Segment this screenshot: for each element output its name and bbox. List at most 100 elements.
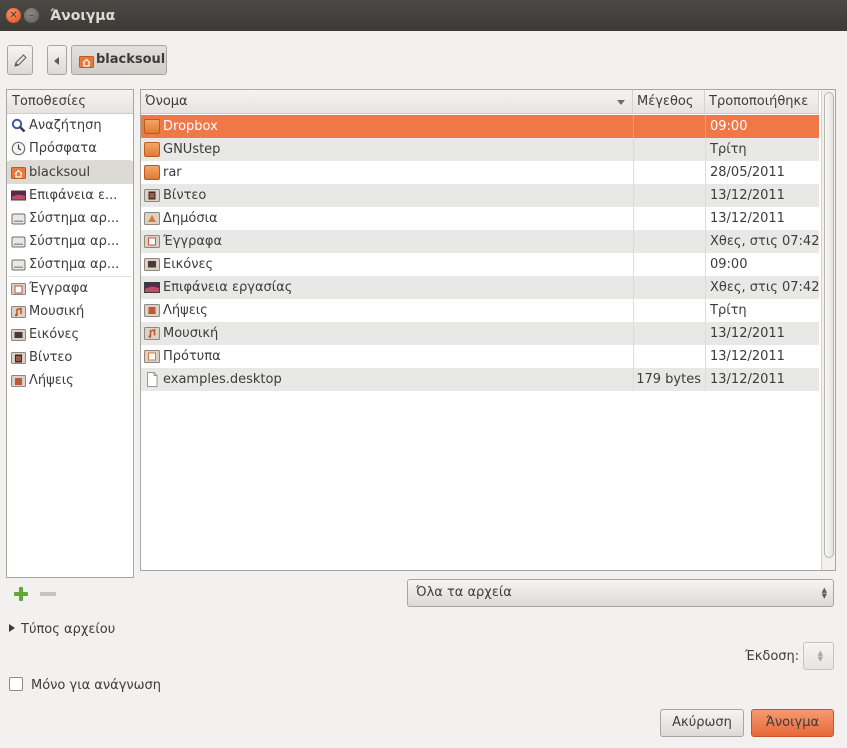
file-row-examples-desktop[interactable]: examples.desktop 179 bytes 13/12/2011 — [141, 368, 819, 391]
file-size — [633, 115, 705, 138]
place-documents[interactable]: Έγγραφα — [7, 277, 133, 300]
version-label: Έκδοση: — [745, 649, 800, 664]
file-size — [633, 207, 705, 230]
sort-descending-icon — [617, 100, 625, 105]
file-list-scrollbar[interactable] — [821, 90, 835, 570]
file-row-pictures[interactable]: Εικόνες 09:00 — [141, 253, 819, 276]
places-sidebar: Τοποθεσίες Αναζήτηση Πρόσφατα blacksoul … — [6, 89, 134, 578]
open-button[interactable]: Άνοιγμα — [751, 709, 834, 737]
place-filesystem-2[interactable]: Σύστημα αρ... — [7, 230, 133, 253]
file-size — [633, 161, 705, 184]
folder-icon — [144, 119, 160, 134]
home-folder-icon — [11, 167, 26, 179]
file-name: Dropbox — [163, 119, 218, 134]
column-header-name[interactable]: Όνομα — [141, 90, 633, 114]
place-downloads[interactable]: Λήψεις — [7, 369, 133, 392]
version-combo[interactable]: ▲ ▼ — [803, 642, 834, 670]
path-button-label: blacksoul — [96, 52, 166, 67]
path-button-home[interactable]: blacksoul — [71, 45, 167, 75]
desktop-icon — [11, 190, 26, 201]
folder-icon — [144, 142, 160, 157]
place-label: Εικόνες — [29, 327, 80, 342]
place-label: Αναζήτηση — [29, 118, 102, 133]
scrollbar-thumb[interactable] — [824, 92, 834, 558]
title-bar: ✕ – Άνοιγμα — [0, 0, 847, 31]
file-row-desktop[interactable]: Επιφάνεια εργασίας Χθες, στις 07:42 — [141, 276, 819, 299]
file-modified: 09:00 — [705, 115, 819, 138]
type-location-button[interactable] — [7, 45, 33, 75]
downloads-folder-icon — [144, 304, 160, 317]
file-modified: Τρίτη — [705, 299, 819, 322]
places-header[interactable]: Τοποθεσίες — [7, 90, 133, 114]
column-header-modified[interactable]: Τροποποιήθηκε — [705, 90, 819, 114]
file-filter-combo[interactable]: Όλα τα αρχεία ▲ ▼ — [407, 579, 834, 607]
pencil-icon — [14, 54, 27, 67]
file-modified: Χθες, στις 07:42 — [705, 230, 819, 253]
file-name: Εικόνες — [163, 257, 214, 272]
file-type-expander[interactable]: Τύπος αρχείου — [9, 622, 115, 637]
window-title: Άνοιγμα — [50, 8, 116, 24]
place-label: Επιφάνεια ε... — [29, 188, 118, 203]
minimize-window-button[interactable]: – — [24, 8, 39, 23]
place-recent[interactable]: Πρόσφατα — [7, 137, 133, 160]
place-music[interactable]: Μουσική — [7, 300, 133, 323]
combo-arrows-icon: ▲ ▼ — [817, 649, 823, 663]
cancel-button[interactable]: Ακύρωση — [660, 709, 744, 737]
file-row-templates[interactable]: Πρότυπα 13/12/2011 — [141, 345, 819, 368]
close-window-button[interactable]: ✕ — [6, 8, 21, 23]
drive-icon — [11, 236, 26, 248]
column-header-size[interactable]: Μέγεθος — [633, 90, 705, 114]
file-size — [633, 138, 705, 161]
place-videos[interactable]: Βίντεο — [7, 346, 133, 369]
file-modified: 13/12/2011 — [705, 368, 819, 391]
file-name: Βίντεο — [163, 188, 207, 203]
pictures-folder-icon — [11, 329, 26, 341]
desktop-icon — [144, 282, 160, 293]
clock-icon — [11, 141, 26, 156]
chevron-left-icon — [54, 57, 59, 65]
file-row-gnustep[interactable]: GNUstep Τρίτη — [141, 138, 819, 161]
add-bookmark-button[interactable] — [13, 586, 29, 602]
read-only-label: Μόνο για ανάγνωση — [31, 678, 162, 693]
file-name: examples.desktop — [163, 372, 282, 387]
file-row-rar[interactable]: rar 28/05/2011 — [141, 161, 819, 184]
place-label: Σύστημα αρ... — [29, 257, 120, 272]
file-row-videos[interactable]: Βίντεο 13/12/2011 — [141, 184, 819, 207]
place-home[interactable]: blacksoul — [7, 161, 133, 184]
file-modified: 13/12/2011 — [705, 184, 819, 207]
place-label: Σύστημα αρ... — [29, 234, 120, 249]
file-row-documents[interactable]: Έγγραφα Χθες, στις 07:42 — [141, 230, 819, 253]
file-name: Λήψεις — [163, 303, 208, 318]
place-label: Έγγραφα — [29, 281, 89, 296]
drive-icon — [11, 213, 26, 225]
expander-arrow-icon — [9, 624, 15, 632]
file-row-downloads[interactable]: Λήψεις Τρίτη — [141, 299, 819, 322]
place-label: Λήψεις — [29, 373, 74, 388]
place-filesystem-3[interactable]: Σύστημα αρ... — [7, 253, 133, 276]
file-size — [633, 345, 705, 368]
place-pictures[interactable]: Εικόνες — [7, 323, 133, 346]
read-only-checkbox[interactable] — [9, 677, 23, 691]
file-name: GNUstep — [163, 142, 221, 157]
pictures-folder-icon — [144, 258, 160, 271]
read-only-option[interactable]: Μόνο για ανάγνωση — [9, 677, 161, 693]
place-label: Σύστημα αρ... — [29, 211, 120, 226]
place-filesystem-1[interactable]: Σύστημα αρ... — [7, 207, 133, 230]
file-row-dropbox[interactable]: Dropbox 09:00 — [141, 115, 819, 138]
place-search[interactable]: Αναζήτηση — [7, 114, 133, 137]
folder-icon — [144, 165, 160, 180]
file-rows: Dropbox 09:00 GNUstep Τρίτη rar 28/05/20… — [141, 115, 819, 391]
file-size — [633, 253, 705, 276]
file-list[interactable]: Όνομα Μέγεθος Τροποποιήθηκε Dropbox 09:0… — [140, 89, 836, 571]
file-icon — [147, 372, 158, 387]
file-modified: Χθες, στις 07:42 — [705, 276, 819, 299]
place-desktop[interactable]: Επιφάνεια ε... — [7, 184, 133, 207]
remove-bookmark-button[interactable] — [40, 592, 56, 596]
path-scroll-left-button[interactable] — [47, 45, 67, 75]
file-row-music[interactable]: Μουσική 13/12/2011 — [141, 322, 819, 345]
file-row-public[interactable]: Δημόσια 13/12/2011 — [141, 207, 819, 230]
file-size — [633, 230, 705, 253]
file-size — [633, 299, 705, 322]
file-size: 179 bytes — [633, 368, 705, 391]
music-folder-icon — [11, 306, 26, 318]
